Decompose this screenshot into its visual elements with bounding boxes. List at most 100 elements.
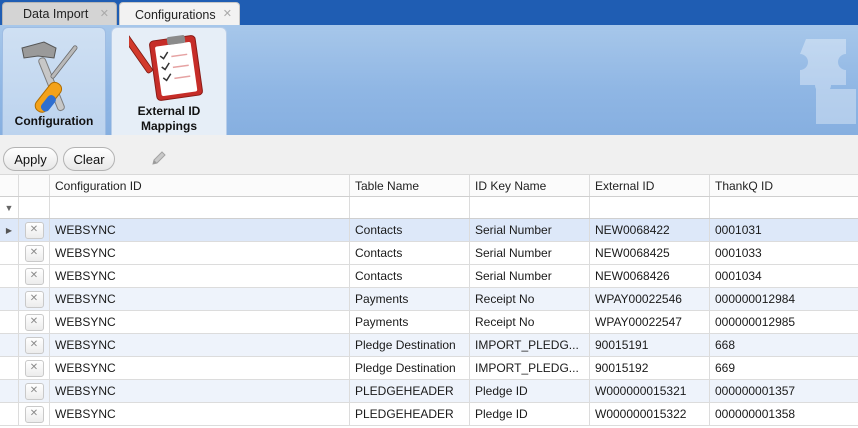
row-indicator-cell[interactable]: [0, 265, 19, 287]
close-icon[interactable]: ✕: [100, 7, 109, 20]
cell-table-name[interactable]: Pledge Destination: [350, 334, 470, 356]
cell-external-id[interactable]: W000000015321: [590, 380, 710, 402]
cell-external-id[interactable]: W000000015322: [590, 403, 710, 425]
row-indicator-cell[interactable]: [0, 288, 19, 310]
filter-configuration-id[interactable]: [50, 197, 350, 218]
cell-id-key-name[interactable]: Serial Number: [470, 219, 590, 241]
cell-thankq-id[interactable]: 000000001357: [710, 380, 858, 402]
row-indicator-cell[interactable]: ▶: [0, 219, 19, 241]
tab-data-import[interactable]: Data Import ✕: [2, 2, 117, 25]
delete-icon[interactable]: ✕: [24, 290, 44, 308]
mappings-label-line2: Mappings: [141, 119, 197, 133]
row-indicator-cell[interactable]: [0, 311, 19, 333]
cell-table-name[interactable]: Pledge Destination: [350, 357, 470, 379]
cell-external-id[interactable]: NEW0068426: [590, 265, 710, 287]
table-row[interactable]: ✕ WEBSYNC Payments Receipt No WPAY00022547 00…: [0, 311, 858, 334]
apply-button[interactable]: Apply: [3, 147, 58, 171]
row-indicator-cell[interactable]: [0, 242, 19, 264]
row-indicator-cell[interactable]: [0, 380, 19, 402]
cell-thankq-id[interactable]: 668: [710, 334, 858, 356]
pencil-icon[interactable]: [150, 151, 168, 167]
cell-thankq-id[interactable]: 000000012984: [710, 288, 858, 310]
table-row[interactable]: ✕ WEBSYNC Contacts Serial Number NEW0068425 0…: [0, 242, 858, 265]
table-row[interactable]: ✕ WEBSYNC PLEDGEHEADER Pledge ID W0000000153…: [0, 380, 858, 403]
cell-configuration-id[interactable]: WEBSYNC: [50, 334, 350, 356]
document-tab-strip: Data Import ✕ Configurations ✕: [0, 0, 858, 26]
cell-configuration-id[interactable]: WEBSYNC: [50, 265, 350, 287]
cell-id-key-name[interactable]: Receipt No: [470, 311, 590, 333]
cell-thankq-id[interactable]: 000000012985: [710, 311, 858, 333]
cell-id-key-name[interactable]: Pledge ID: [470, 380, 590, 402]
cell-thankq-id[interactable]: 000000001358: [710, 403, 858, 425]
filter-icon[interactable]: ▼: [0, 197, 19, 218]
cell-configuration-id[interactable]: WEBSYNC: [50, 288, 350, 310]
cell-id-key-name[interactable]: IMPORT_PLEDG...: [470, 357, 590, 379]
cell-table-name[interactable]: PLEDGEHEADER: [350, 380, 470, 402]
cell-thankq-id[interactable]: 669: [710, 357, 858, 379]
cell-table-name[interactable]: Payments: [350, 311, 470, 333]
cell-external-id[interactable]: 90015191: [590, 334, 710, 356]
column-header-configuration-id[interactable]: Configuration ID: [50, 175, 350, 196]
cell-configuration-id[interactable]: WEBSYNC: [50, 357, 350, 379]
delete-icon[interactable]: ✕: [24, 221, 44, 239]
cell-thankq-id[interactable]: 0001031: [710, 219, 858, 241]
delete-icon[interactable]: ✕: [24, 313, 44, 331]
table-row[interactable]: ✕ WEBSYNC Pledge Destination IMPORT_PLEDG..…: [0, 334, 858, 357]
header-delete-cell: [19, 175, 50, 196]
cell-thankq-id[interactable]: 0001033: [710, 242, 858, 264]
delete-icon[interactable]: ✕: [24, 359, 44, 377]
table-row[interactable]: ✕ WEBSYNC Contacts Serial Number NEW0068426 0…: [0, 265, 858, 288]
close-icon[interactable]: ✕: [223, 7, 232, 20]
cell-id-key-name[interactable]: Serial Number: [470, 265, 590, 287]
cell-configuration-id[interactable]: WEBSYNC: [50, 242, 350, 264]
table-row[interactable]: ✕ WEBSYNC Payments Receipt No WPAY00022546 00…: [0, 288, 858, 311]
mappings-grid: Configuration ID Table Name ID Key Name …: [0, 175, 858, 428]
cell-table-name[interactable]: Contacts: [350, 265, 470, 287]
table-row[interactable]: ✕ WEBSYNC Pledge Destination IMPORT_PLEDG..…: [0, 357, 858, 380]
tab-label: Data Import: [23, 7, 89, 21]
filter-thankq-id[interactable]: [710, 197, 858, 218]
cell-id-key-name[interactable]: Receipt No: [470, 288, 590, 310]
column-header-table-name[interactable]: Table Name: [350, 175, 470, 196]
cell-external-id[interactable]: WPAY00022546: [590, 288, 710, 310]
cell-id-key-name[interactable]: IMPORT_PLEDG...: [470, 334, 590, 356]
cell-table-name[interactable]: Payments: [350, 288, 470, 310]
cell-external-id[interactable]: 90015192: [590, 357, 710, 379]
delete-icon[interactable]: ✕: [24, 405, 44, 423]
cell-thankq-id[interactable]: 0001034: [710, 265, 858, 287]
cell-table-name[interactable]: PLEDGEHEADER: [350, 403, 470, 425]
cell-id-key-name[interactable]: Serial Number: [470, 242, 590, 264]
column-header-thankq-id[interactable]: ThankQ ID: [710, 175, 858, 196]
cell-external-id[interactable]: NEW0068422: [590, 219, 710, 241]
external-id-label-line1: External ID: [137, 104, 201, 118]
cell-configuration-id[interactable]: WEBSYNC: [50, 380, 350, 402]
clear-button[interactable]: Clear: [63, 147, 115, 171]
cell-external-id[interactable]: WPAY00022547: [590, 311, 710, 333]
delete-icon[interactable]: ✕: [24, 267, 44, 285]
delete-icon[interactable]: ✕: [24, 244, 44, 262]
filter-id-key-name[interactable]: [470, 197, 590, 218]
external-id-mappings-button[interactable]: External ID Mappings: [111, 27, 227, 135]
grid-filter-row: ▼: [0, 197, 858, 219]
tab-configurations[interactable]: Configurations ✕: [119, 2, 240, 26]
row-indicator-cell[interactable]: [0, 403, 19, 425]
cell-configuration-id[interactable]: WEBSYNC: [50, 311, 350, 333]
row-indicator-cell[interactable]: [0, 334, 19, 356]
column-header-id-key-name[interactable]: ID Key Name: [470, 175, 590, 196]
cell-external-id[interactable]: NEW0068425: [590, 242, 710, 264]
cell-configuration-id[interactable]: WEBSYNC: [50, 219, 350, 241]
cell-table-name[interactable]: Contacts: [350, 219, 470, 241]
cell-id-key-name[interactable]: Pledge ID: [470, 403, 590, 425]
row-delete-cell: ✕: [19, 357, 50, 379]
delete-icon[interactable]: ✕: [24, 336, 44, 354]
table-row[interactable]: ▶ ✕ WEBSYNC Contacts Serial Number NEW0068422…: [0, 219, 858, 242]
table-row[interactable]: ✕ WEBSYNC PLEDGEHEADER Pledge ID W0000000153…: [0, 403, 858, 426]
cell-configuration-id[interactable]: WEBSYNC: [50, 403, 350, 425]
configuration-button[interactable]: Configuration: [2, 27, 106, 135]
cell-table-name[interactable]: Contacts: [350, 242, 470, 264]
column-header-external-id[interactable]: External ID: [590, 175, 710, 196]
filter-table-name[interactable]: [350, 197, 470, 218]
filter-external-id[interactable]: [590, 197, 710, 218]
delete-icon[interactable]: ✕: [24, 382, 44, 400]
row-indicator-cell[interactable]: [0, 357, 19, 379]
